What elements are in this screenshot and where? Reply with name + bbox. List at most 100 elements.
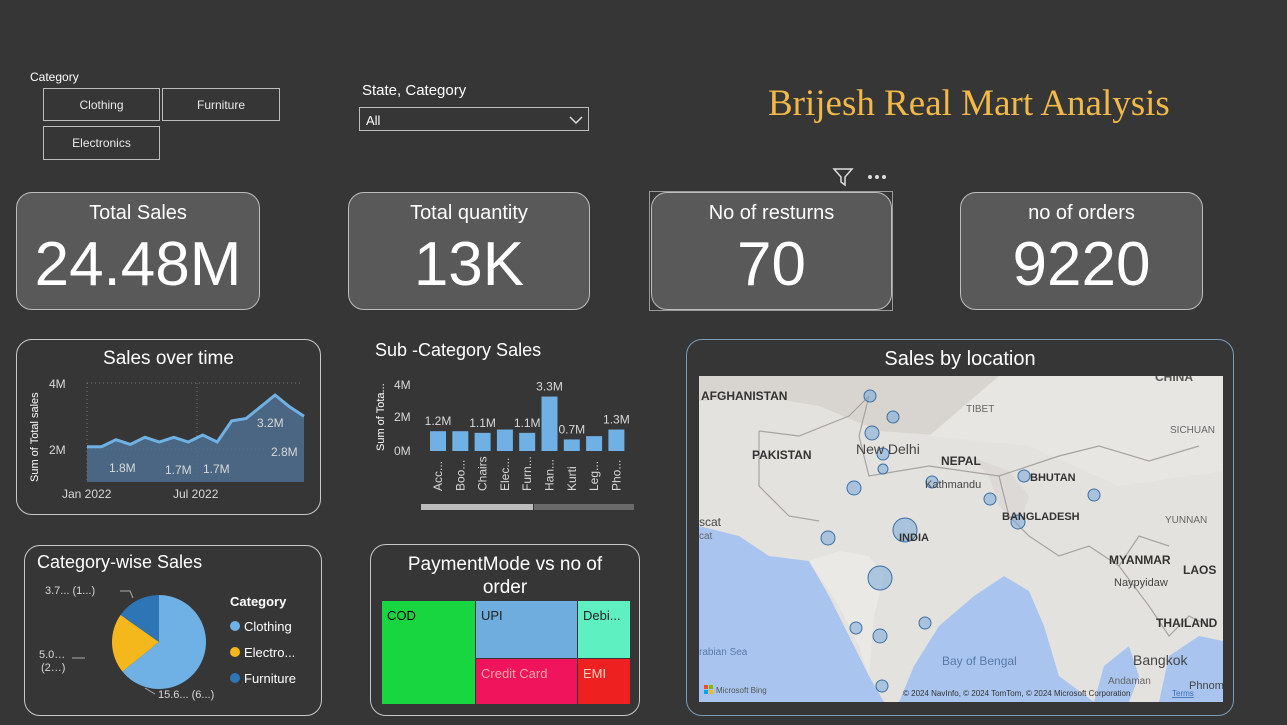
map-label: YUNNAN <box>1165 515 1207 526</box>
data-label: 1.7M <box>165 463 192 477</box>
legend-item-clothing[interactable]: Clothing <box>230 614 296 640</box>
map-label: rabian Sea <box>699 647 748 658</box>
slicer-item-furniture[interactable]: Furniture <box>162 88 280 121</box>
bar-3[interactable] <box>496 429 513 451</box>
chart-title: Sales by location <box>884 348 1036 370</box>
map-label: INDIA <box>899 532 929 544</box>
data-label: 1.8M <box>109 461 136 475</box>
map-label: AFGHANISTAN <box>701 389 787 403</box>
treemap-emi[interactable]: EMI <box>578 659 630 704</box>
x-tick: Pho... <box>609 460 623 491</box>
pie-label: 3.7... (1...) <box>45 585 95 597</box>
bing-logo: Microsoft Bing <box>716 686 767 695</box>
slicer-item-electronics[interactable]: Electronics <box>43 126 160 160</box>
subcategory-chart: Sum of Tota... 4M 2M 0M 1.2M Acc... Boo...… <box>375 378 634 510</box>
legend-item-furniture[interactable]: Furniture <box>230 666 296 692</box>
scrollbar-track[interactable] <box>534 504 634 510</box>
chart-title: PaymentMode vs no of order <box>407 554 603 598</box>
slicer-item-clothing[interactable]: Clothing <box>43 88 160 121</box>
bar-1[interactable] <box>452 431 469 451</box>
map-terms-link[interactable]: Terms <box>1172 689 1194 698</box>
kpi-value: 70 <box>737 230 806 299</box>
dropdown-label: State, Category <box>362 82 467 99</box>
map-label: NEPAL <box>941 454 981 468</box>
map-label: Kathmandu <box>925 479 981 491</box>
bar-0[interactable] <box>430 431 446 451</box>
x-tick: Han... <box>543 459 557 491</box>
map-label: SICHUAN <box>1170 425 1215 436</box>
kpi-card-total-quantity[interactable]: Total quantity 13K <box>348 192 590 310</box>
map-label: scat <box>699 515 722 529</box>
kpi-card-no-of-orders[interactable]: no of orders 9220 <box>960 192 1203 310</box>
payment-treemap: COD UPI Debi... Credit Card EMI <box>382 601 630 704</box>
x-tick: Kurti <box>565 466 579 491</box>
map-label: Andaman <box>1108 676 1151 687</box>
bar-data-label: 1.2M <box>425 414 452 428</box>
map-label: LAOS <box>1183 563 1216 577</box>
kpi-card-no-of-returns[interactable]: No of resturns 70 <box>651 192 892 310</box>
data-label: 1.7M <box>203 462 230 476</box>
pie-label: 5.0… <box>39 649 65 661</box>
bar-data-label: 0.7M <box>558 422 585 436</box>
kpi-value: 9220 <box>1012 230 1151 299</box>
bar-5[interactable] <box>541 396 558 451</box>
data-label: 3.2M <box>257 416 284 430</box>
y-axis-label: Sum of Tota... <box>375 383 387 451</box>
pie-label: (2…) <box>41 662 65 674</box>
y-axis-label: Sum of Total sales <box>29 392 41 482</box>
map-label: Phnom <box>1189 680 1223 692</box>
bar-8[interactable] <box>608 429 625 451</box>
state-category-dropdown[interactable]: All <box>359 107 589 131</box>
treemap-upi[interactable]: UPI <box>476 601 577 658</box>
page-title: Brijesh Real Mart Analysis <box>768 83 1170 124</box>
chart-title-subcategory: Sub -Category Sales <box>375 340 542 360</box>
kpi-label: No of resturns <box>708 202 835 224</box>
map-label: THAILAND <box>1156 616 1218 630</box>
treemap-cod[interactable]: COD <box>382 601 475 704</box>
sales-over-time-chart: 4M 2M Jan 2022 Jul 2022 Sum of Total sal… <box>29 377 305 501</box>
y-tick: 2M <box>49 443 66 457</box>
more-options-icon[interactable] <box>866 172 888 182</box>
sales-over-time-panel[interactable]: Sales over time 4M 2M Jan 2022 Jul 2022 … <box>16 339 321 515</box>
map-label: BHUTAN <box>1030 472 1076 484</box>
treemap-debit[interactable]: Debi... <box>578 601 630 658</box>
data-label: 2.8M <box>271 445 298 459</box>
bar-data-label: 1.1M <box>469 416 496 430</box>
slicer-title: Category <box>30 70 79 84</box>
x-tick: Jul 2022 <box>173 487 219 501</box>
bar-data-label: 1.3M <box>603 413 630 427</box>
x-tick: Boo... <box>453 460 467 491</box>
category-sales-panel[interactable]: Category-wise Sales 3.7... (1...) 5.0… (… <box>24 545 322 716</box>
y-tick: 4M <box>394 378 411 392</box>
scrollbar-thumb[interactable] <box>421 504 533 510</box>
x-tick: Acc... <box>431 461 445 491</box>
kpi-value: 13K <box>413 230 525 299</box>
y-tick: 0M <box>394 444 411 458</box>
bar-6[interactable] <box>563 439 580 451</box>
treemap-credit-card[interactable]: Credit Card <box>476 659 577 704</box>
bar-2[interactable] <box>474 432 491 451</box>
x-tick: Leg... <box>587 461 601 491</box>
kpi-card-total-sales[interactable]: Total Sales 24.48M <box>16 192 260 310</box>
filter-icon[interactable] <box>832 167 854 187</box>
bar-4[interactable] <box>519 432 536 451</box>
x-tick: Elec... <box>498 458 512 491</box>
kpi-value: 24.48M <box>34 230 242 299</box>
pie-label: 15.6... (6...) <box>158 689 214 701</box>
chevron-down-icon <box>569 116 583 125</box>
bar-data-label: 3.3M <box>536 380 563 394</box>
map-label: CHINA <box>1155 376 1193 384</box>
y-tick: 2M <box>394 410 411 424</box>
map-canvas[interactable]: AFGHANISTAN PAKISTAN New Delhi TIBET NEP… <box>699 376 1223 702</box>
bar-data-label: 1.1M <box>514 416 541 430</box>
bar-7[interactable] <box>586 436 603 451</box>
x-tick: Chairs <box>476 456 490 491</box>
map-label: New Delhi <box>856 441 920 457</box>
map-copyright: © 2024 NavInfo, © 2024 TomTom, © 2024 Mi… <box>903 689 1130 698</box>
map-label: cat <box>699 531 713 542</box>
map-label: TIBET <box>966 404 994 415</box>
map-label: Bangkok <box>1133 652 1188 668</box>
map-label: BANGLADESH <box>1002 511 1080 523</box>
kpi-label: Total Sales <box>89 202 187 224</box>
legend-item-electronics[interactable]: Electro... <box>230 640 296 666</box>
